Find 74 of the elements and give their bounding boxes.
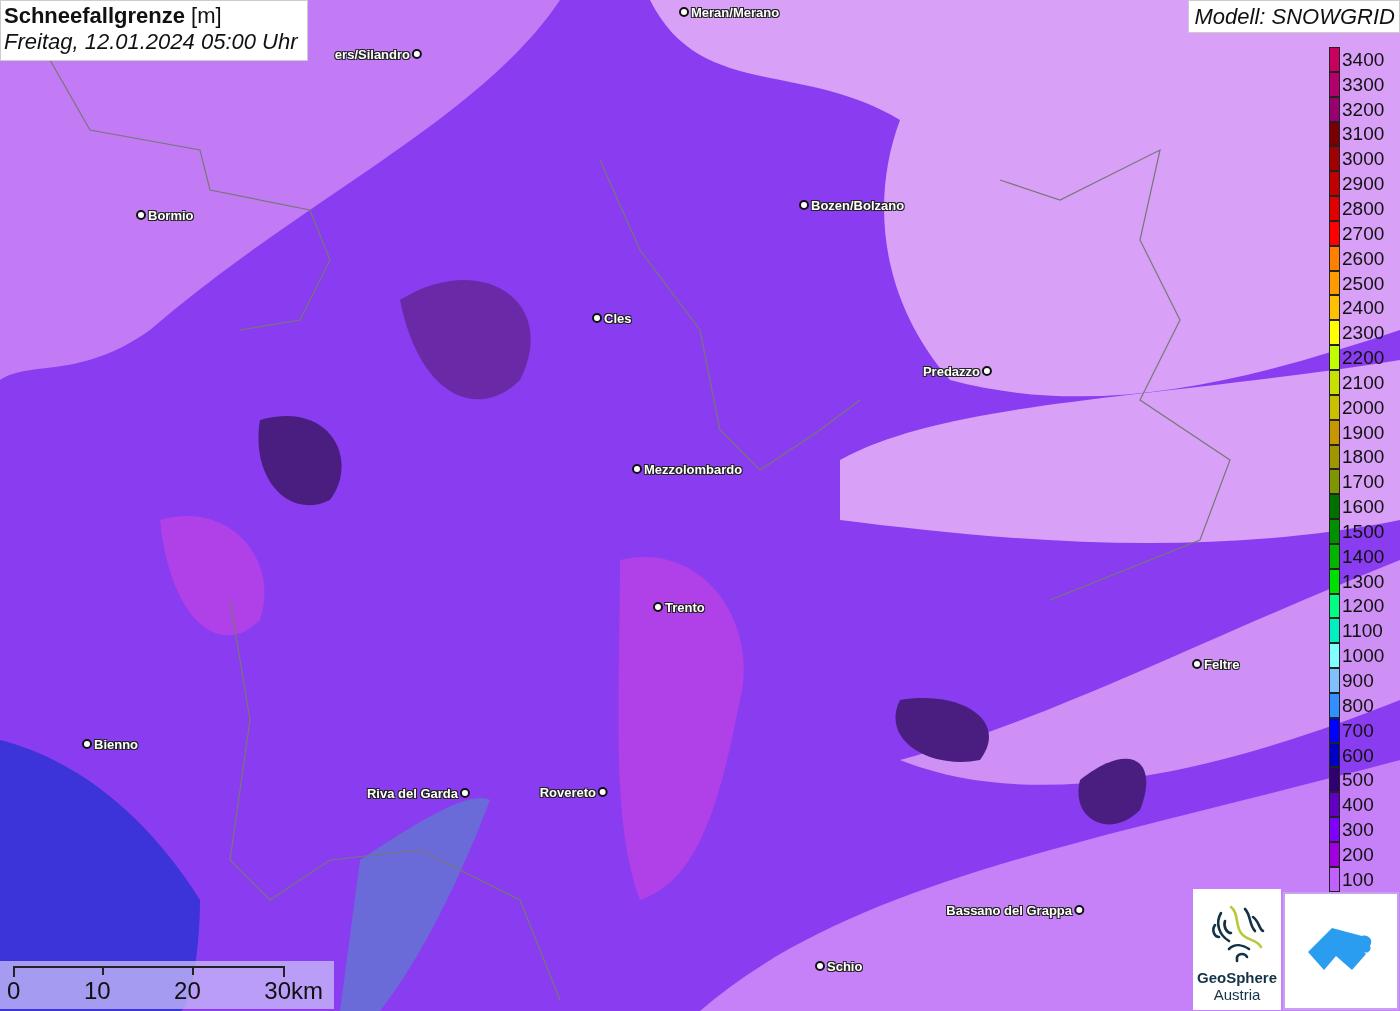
city-dot-icon: [460, 788, 470, 798]
legend-label: 1400: [1342, 546, 1385, 566]
city-dot-icon: [412, 49, 422, 59]
legend-label: 700: [1342, 720, 1374, 740]
contour-lines-icon: [1209, 903, 1265, 965]
city-dot-icon: [653, 602, 663, 612]
legend-label: 900: [1342, 671, 1374, 690]
legend-label: 1900: [1342, 422, 1385, 442]
scale-label: 20: [174, 977, 201, 1005]
legend-label: 400: [1342, 795, 1374, 815]
model-label: Modell: SNOWGRID: [1187, 0, 1400, 33]
city-dot-icon: [1074, 905, 1084, 915]
scale-ruler-icon: [13, 965, 285, 977]
city-label: Meran/Merano: [691, 4, 780, 20]
city-label: Cles: [604, 310, 632, 326]
city-dot-icon: [82, 739, 92, 749]
city-dot-icon: [632, 464, 642, 474]
legend-label: 200: [1342, 844, 1374, 864]
legend-label: 2800: [1342, 199, 1385, 218]
city-label: Riva del Garda: [366, 785, 458, 801]
legend-label: 3300: [1342, 74, 1385, 94]
legend-label: 1200: [1342, 596, 1385, 616]
logo-wordmark: GeoSphere: [1197, 969, 1277, 986]
city-label: Bassano del Grappa: [946, 902, 1072, 918]
logo-subtitle: Austria: [1213, 986, 1261, 1003]
city-label: Feltre: [1204, 656, 1240, 672]
legend-label: 300: [1342, 820, 1374, 840]
legend-label: 1800: [1342, 447, 1385, 467]
city-label: Schio: [827, 958, 863, 974]
legend-label: 2100: [1342, 372, 1385, 392]
city-label: Rovereto: [539, 784, 596, 800]
city-label: ers/Silandro: [334, 46, 410, 62]
city-dot-icon: [679, 7, 689, 17]
city-label: Bormio: [148, 207, 194, 223]
legend-label: 2300: [1342, 323, 1385, 343]
legend-label: 3000: [1342, 149, 1385, 169]
city-label: Bozen/Bolzano: [811, 197, 905, 213]
legend-label: 2700: [1342, 223, 1385, 243]
map-timestamp: Freitag, 12.01.2024 05:00 Uhr: [4, 29, 298, 55]
city-label: Mezzolombardo: [644, 461, 743, 477]
legend-label: 2400: [1342, 298, 1385, 318]
app-logo[interactable]: [1283, 892, 1399, 1010]
legend-label: 1300: [1342, 571, 1385, 591]
city-label: Trento: [665, 599, 705, 615]
city-dot-icon: [1192, 659, 1202, 669]
legend-label: 3400: [1342, 49, 1385, 69]
legend-label: 1600: [1342, 497, 1385, 517]
legend-label: 2500: [1342, 273, 1385, 293]
legend-label: 2600: [1342, 248, 1385, 268]
city-dot-icon: [598, 787, 608, 797]
legend-label: 100: [1342, 869, 1374, 889]
legend-label: 3100: [1342, 124, 1385, 144]
map-title: Schneefallgrenze [m]: [4, 3, 223, 29]
legend-label: 1000: [1342, 646, 1385, 666]
legend-label: 1700: [1342, 472, 1385, 492]
geosphere-logo[interactable]: GeoSphere Austria: [1193, 889, 1281, 1010]
legend-label: 1100: [1342, 621, 1383, 641]
city-dot-icon: [799, 200, 809, 210]
scale-label: 10: [83, 977, 111, 1005]
city-dot-icon: [982, 366, 992, 376]
legend-label: 800: [1342, 695, 1374, 715]
scale-label: 0: [7, 977, 21, 1005]
legend-label: 1500: [1342, 521, 1385, 541]
city-dot-icon: [815, 961, 825, 971]
city-dot-icon: [136, 210, 146, 220]
legend-label: 2000: [1342, 397, 1385, 417]
legend-label: 2200: [1342, 348, 1385, 368]
legend-label: 600: [1342, 745, 1374, 765]
legend-label: 2900: [1342, 174, 1385, 194]
city-label: Bienno: [94, 736, 139, 752]
legend-label: 3200: [1342, 99, 1385, 119]
legend-label: 500: [1342, 770, 1374, 790]
city-dot-icon: [592, 313, 602, 323]
scale-label: 30km: [264, 977, 323, 1005]
